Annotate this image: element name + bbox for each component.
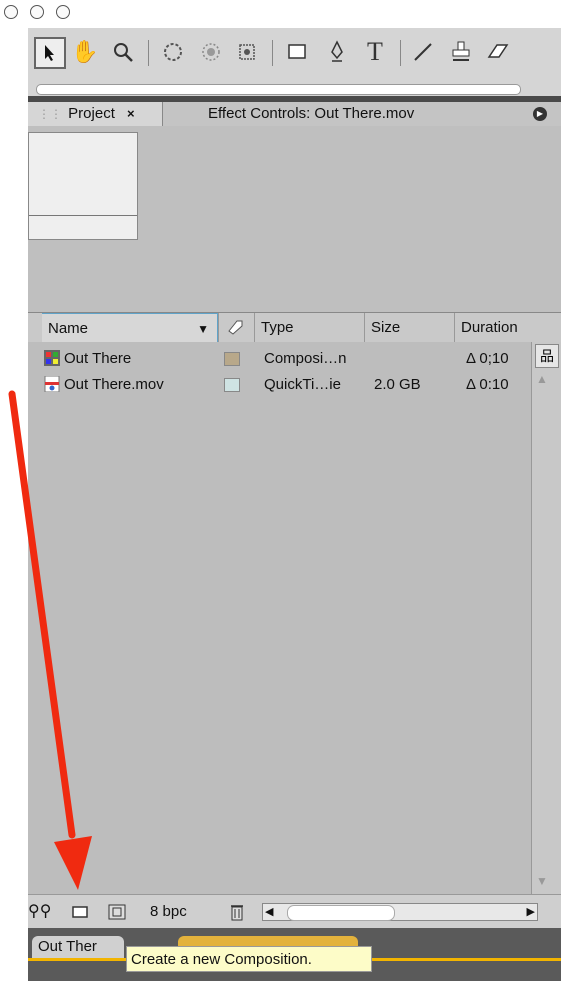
project-bottom-toolbar: ⚲⚲ 8 bpc ◀ ▶ <box>28 894 561 929</box>
flowchart-icon[interactable]: 品 <box>535 344 559 368</box>
column-header-label[interactable] <box>218 313 254 343</box>
new-folder-icon[interactable] <box>108 902 126 922</box>
item-type: QuickTi…ie <box>264 376 341 393</box>
close-window-icon[interactable] <box>4 5 18 19</box>
chevron-down-icon[interactable]: ▼ <box>197 314 209 344</box>
column-duration-label: Duration <box>461 319 518 336</box>
item-type: Composi…n <box>264 350 347 367</box>
toolbar-scrollbar[interactable] <box>28 82 561 96</box>
horizontal-scroll-thumb[interactable] <box>287 905 395 921</box>
zoom-window-icon[interactable] <box>56 5 70 19</box>
item-duration: Δ 0;10 <box>466 350 509 367</box>
text-tool-icon[interactable]: T <box>360 37 390 67</box>
rotation-tool-icon[interactable] <box>158 37 188 67</box>
bottom-tab-label: Out Ther <box>38 938 97 955</box>
hand-tool-icon[interactable]: ✋ <box>70 37 100 67</box>
new-composition-button[interactable] <box>72 902 88 922</box>
tab-project-label: Project <box>68 105 115 122</box>
tab-timeline-out-there[interactable]: Out Ther <box>32 936 124 958</box>
grip-icon: ⋮⋮ <box>38 107 62 121</box>
rectangle-tool-icon[interactable] <box>284 37 314 67</box>
label-swatch[interactable] <box>224 378 240 392</box>
label-tag-icon <box>228 320 243 335</box>
toolbar-divider <box>272 40 273 66</box>
pan-behind-tool-icon[interactable] <box>232 37 262 67</box>
toolbar-scroll-thumb[interactable] <box>36 84 521 95</box>
composition-icon <box>44 350 60 366</box>
zoom-tool-icon[interactable] <box>108 37 138 67</box>
toolbar-divider <box>400 40 401 66</box>
clone-stamp-tool-icon[interactable] <box>446 37 476 67</box>
column-headers: Name ▼ Type Size Duration <box>28 312 561 344</box>
eraser-tool-icon[interactable] <box>482 37 512 67</box>
tab-project[interactable]: ⋮⋮ Project × <box>28 102 163 126</box>
tooltip: Create a new Composition. <box>126 946 372 972</box>
red-arrow-annotation <box>8 390 92 890</box>
tools-panel: ✋ T <box>28 28 561 82</box>
item-duration: Δ 0:10 <box>466 376 509 393</box>
scroll-down-icon[interactable]: ▼ <box>536 874 548 888</box>
label-swatch[interactable] <box>224 352 240 366</box>
preview-thumbnail <box>28 132 138 240</box>
column-name-label: Name <box>48 320 89 337</box>
column-header-type[interactable]: Type <box>254 313 364 343</box>
selection-tool-icon[interactable] <box>34 37 66 69</box>
scroll-up-icon[interactable]: ▲ <box>536 372 548 386</box>
color-depth-button[interactable]: 8 bpc <box>150 902 187 922</box>
item-name: Out There <box>64 350 132 367</box>
tab-effect-controls[interactable]: Effect Controls: Out There.mov <box>178 102 548 126</box>
list-scrollbar[interactable]: 品 ▲ ▼ <box>531 342 561 894</box>
panel-menu-icon[interactable]: ▶ <box>533 107 547 121</box>
close-tab-icon[interactable]: × <box>127 106 135 121</box>
scroll-right-icon[interactable]: ▶ <box>527 904 535 920</box>
panel-tab-bar: ⋮⋮ Project × Effect Controls: Out There.… <box>28 102 561 127</box>
column-header-size[interactable]: Size <box>364 313 454 343</box>
item-size: 2.0 GB <box>374 376 421 393</box>
find-icon[interactable]: ⚲⚲ <box>28 902 51 922</box>
pen-tool-icon[interactable] <box>322 37 352 67</box>
tab-effect-label: Effect Controls: Out There.mov <box>208 105 415 122</box>
project-preview-area <box>28 126 561 312</box>
column-size-label: Size <box>371 319 401 336</box>
camera-orbit-tool-icon[interactable] <box>196 37 226 67</box>
brush-tool-icon[interactable] <box>408 37 438 67</box>
column-type-label: Type <box>261 319 294 336</box>
column-header-name[interactable]: Name ▼ <box>42 313 218 343</box>
horizontal-scrollbar[interactable]: ◀ ▶ <box>262 903 538 921</box>
trash-icon[interactable] <box>230 902 244 922</box>
column-header-duration[interactable]: Duration <box>454 313 561 343</box>
list-item[interactable]: Out There Composi…n Δ 0;10 <box>28 346 531 372</box>
window-controls <box>0 0 110 22</box>
toolbar-divider <box>148 40 149 66</box>
minimize-window-icon[interactable] <box>30 5 44 19</box>
scroll-left-icon[interactable]: ◀ <box>265 904 273 920</box>
